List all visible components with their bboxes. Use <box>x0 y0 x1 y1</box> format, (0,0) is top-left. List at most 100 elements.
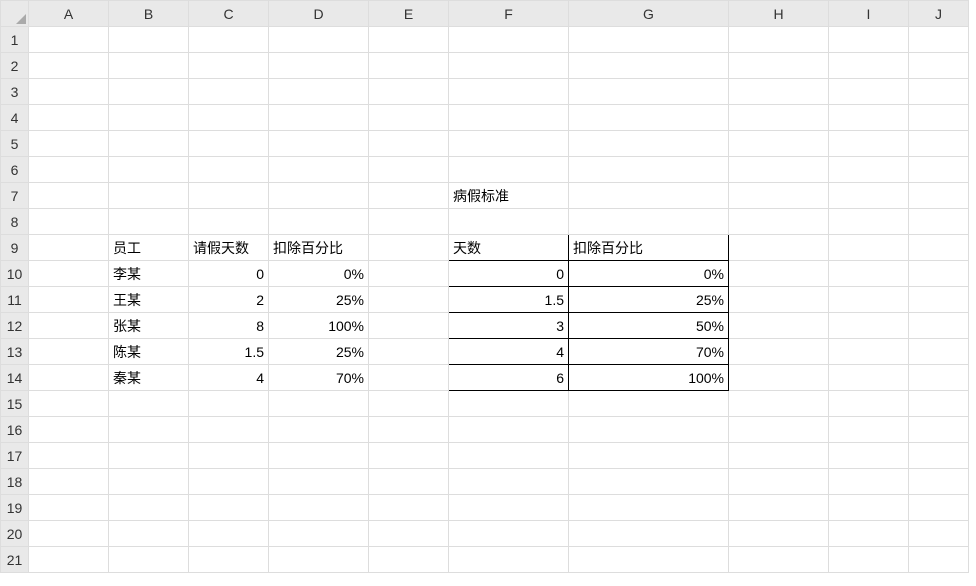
cell-A15[interactable] <box>29 391 109 417</box>
cell-A5[interactable] <box>29 131 109 157</box>
cell-A21[interactable] <box>29 547 109 573</box>
row-header-7[interactable]: 7 <box>1 183 29 209</box>
cell-H9[interactable] <box>729 235 829 261</box>
row-header-2[interactable]: 2 <box>1 53 29 79</box>
cell-C13[interactable]: 1.5 <box>189 339 269 365</box>
cell-B6[interactable] <box>109 157 189 183</box>
cell-B9[interactable]: 员工 <box>109 235 189 261</box>
cell-J13[interactable] <box>909 339 969 365</box>
cell-F3[interactable] <box>449 79 569 105</box>
cell-J6[interactable] <box>909 157 969 183</box>
cell-E8[interactable] <box>369 209 449 235</box>
cell-F9[interactable]: 天数 <box>449 235 569 261</box>
row-header-11[interactable]: 11 <box>1 287 29 313</box>
cell-D8[interactable] <box>269 209 369 235</box>
cell-C9[interactable]: 请假天数 <box>189 235 269 261</box>
cell-B16[interactable] <box>109 417 189 443</box>
cell-B1[interactable] <box>109 27 189 53</box>
cell-H7[interactable] <box>729 183 829 209</box>
cell-J2[interactable] <box>909 53 969 79</box>
cell-F16[interactable] <box>449 417 569 443</box>
cell-J9[interactable] <box>909 235 969 261</box>
cell-G16[interactable] <box>569 417 729 443</box>
cell-J14[interactable] <box>909 365 969 391</box>
cell-E16[interactable] <box>369 417 449 443</box>
cell-F21[interactable] <box>449 547 569 573</box>
col-header-B[interactable]: B <box>109 1 189 27</box>
cell-E15[interactable] <box>369 391 449 417</box>
cell-H5[interactable] <box>729 131 829 157</box>
cell-A4[interactable] <box>29 105 109 131</box>
col-header-C[interactable]: C <box>189 1 269 27</box>
cell-J11[interactable] <box>909 287 969 313</box>
cell-J16[interactable] <box>909 417 969 443</box>
cell-C7[interactable] <box>189 183 269 209</box>
cell-D1[interactable] <box>269 27 369 53</box>
cell-B3[interactable] <box>109 79 189 105</box>
cell-E14[interactable] <box>369 365 449 391</box>
cell-F12[interactable]: 3 <box>449 313 569 339</box>
cell-E18[interactable] <box>369 469 449 495</box>
cell-G4[interactable] <box>569 105 729 131</box>
cell-F20[interactable] <box>449 521 569 547</box>
cell-B18[interactable] <box>109 469 189 495</box>
cell-C14[interactable]: 4 <box>189 365 269 391</box>
cell-D16[interactable] <box>269 417 369 443</box>
cell-A17[interactable] <box>29 443 109 469</box>
cell-C5[interactable] <box>189 131 269 157</box>
cell-C11[interactable]: 2 <box>189 287 269 313</box>
cell-C21[interactable] <box>189 547 269 573</box>
cell-E1[interactable] <box>369 27 449 53</box>
cell-H21[interactable] <box>729 547 829 573</box>
cell-B8[interactable] <box>109 209 189 235</box>
cell-I17[interactable] <box>829 443 909 469</box>
cell-C12[interactable]: 8 <box>189 313 269 339</box>
cell-E13[interactable] <box>369 339 449 365</box>
cell-E3[interactable] <box>369 79 449 105</box>
cell-B17[interactable] <box>109 443 189 469</box>
cell-F2[interactable] <box>449 53 569 79</box>
cell-B10[interactable]: 李某 <box>109 261 189 287</box>
cell-C10[interactable]: 0 <box>189 261 269 287</box>
cell-A9[interactable] <box>29 235 109 261</box>
cell-F15[interactable] <box>449 391 569 417</box>
cell-J8[interactable] <box>909 209 969 235</box>
cell-E4[interactable] <box>369 105 449 131</box>
cell-I19[interactable] <box>829 495 909 521</box>
cell-I14[interactable] <box>829 365 909 391</box>
cell-E21[interactable] <box>369 547 449 573</box>
cell-C18[interactable] <box>189 469 269 495</box>
cell-F8[interactable] <box>449 209 569 235</box>
cell-J21[interactable] <box>909 547 969 573</box>
cell-G13[interactable]: 70% <box>569 339 729 365</box>
cell-H15[interactable] <box>729 391 829 417</box>
cell-D12[interactable]: 100% <box>269 313 369 339</box>
cell-C19[interactable] <box>189 495 269 521</box>
cell-E17[interactable] <box>369 443 449 469</box>
cell-G10[interactable]: 0% <box>569 261 729 287</box>
cell-D3[interactable] <box>269 79 369 105</box>
cell-C17[interactable] <box>189 443 269 469</box>
cell-G8[interactable] <box>569 209 729 235</box>
cell-C15[interactable] <box>189 391 269 417</box>
cell-D9[interactable]: 扣除百分比 <box>269 235 369 261</box>
cell-E5[interactable] <box>369 131 449 157</box>
cell-J18[interactable] <box>909 469 969 495</box>
cell-G9[interactable]: 扣除百分比 <box>569 235 729 261</box>
cell-E2[interactable] <box>369 53 449 79</box>
cell-A19[interactable] <box>29 495 109 521</box>
row-header-6[interactable]: 6 <box>1 157 29 183</box>
cell-D20[interactable] <box>269 521 369 547</box>
cell-B7[interactable] <box>109 183 189 209</box>
cell-G2[interactable] <box>569 53 729 79</box>
cell-F1[interactable] <box>449 27 569 53</box>
cell-A12[interactable] <box>29 313 109 339</box>
cell-C2[interactable] <box>189 53 269 79</box>
cell-C16[interactable] <box>189 417 269 443</box>
cell-I4[interactable] <box>829 105 909 131</box>
cell-H3[interactable] <box>729 79 829 105</box>
cell-A11[interactable] <box>29 287 109 313</box>
cell-J3[interactable] <box>909 79 969 105</box>
row-header-14[interactable]: 14 <box>1 365 29 391</box>
cell-E20[interactable] <box>369 521 449 547</box>
